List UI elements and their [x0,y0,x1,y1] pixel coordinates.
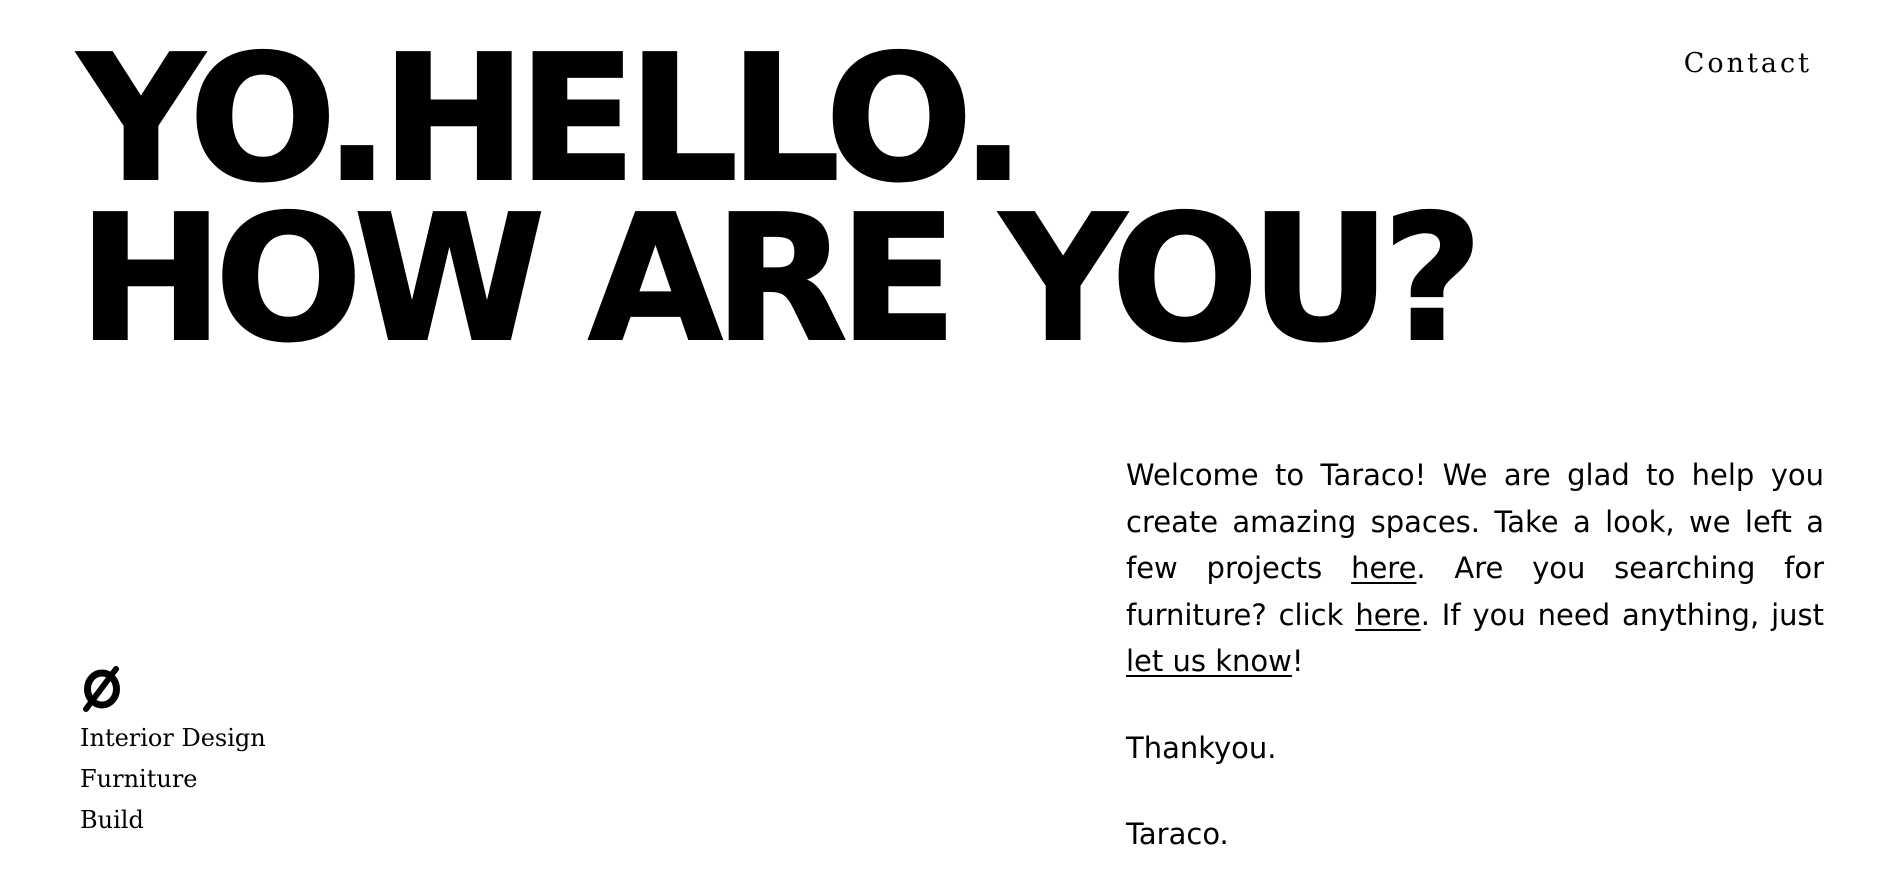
hero-line-1: YO.HELLO. [77,18,1027,221]
hero-heading: YO.HELLO. HOW ARE YOU? [77,18,1484,381]
let-us-know-link[interactable]: let us know [1126,644,1292,678]
contact-link[interactable]: Contact [1684,48,1812,79]
welcome-text-4: ! [1291,644,1304,678]
signature-text: Taraco. [1126,817,1229,851]
thanks-text: Thankyou. [1126,730,1277,765]
welcome-paragraph: Welcome to Taraco! We are glad to help y… [1126,452,1824,685]
service-furniture: Furniture [80,765,198,793]
service-interior-design: Interior Design [80,724,266,752]
service-build: Build [80,806,144,834]
intro-section: Welcome to Taraco! We are glad to help y… [1126,452,1824,858]
brand-block: Interior Design Furniture Build [80,664,266,841]
furniture-link[interactable]: here [1355,598,1420,632]
projects-link[interactable]: here [1351,551,1416,585]
services-list: Interior Design Furniture Build [80,718,266,841]
welcome-text-3: . If you need anything, just [1420,597,1824,632]
slashed-circle-logo-icon [83,666,120,712]
hero-line-2: HOW ARE YOU? [77,178,1484,381]
